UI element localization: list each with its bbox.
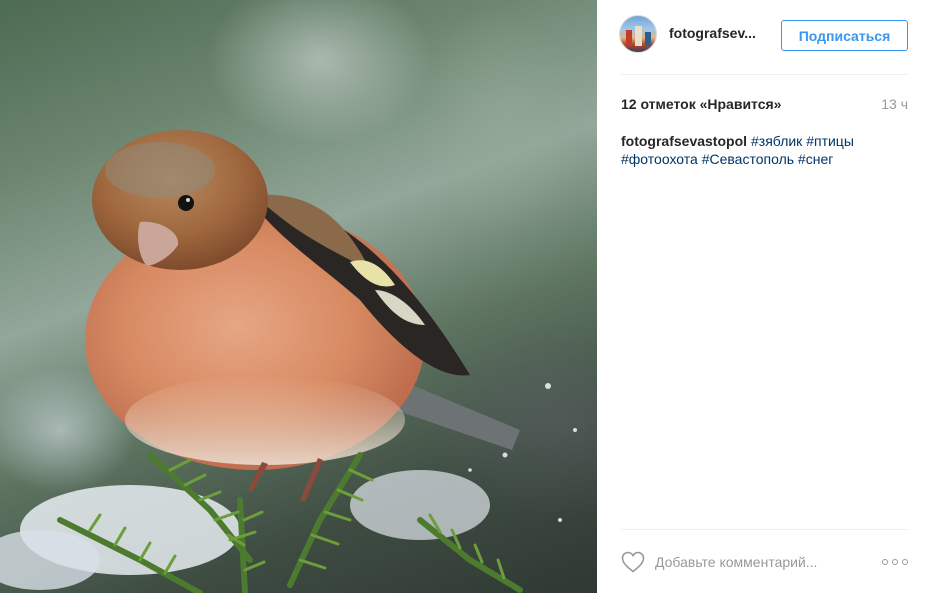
post-sidebar: fotografsev... Подписаться 12 отметок «Н… — [597, 0, 930, 593]
hashtag-link[interactable]: #зяблик — [751, 133, 802, 149]
caption-author-link[interactable]: fotografsevastopol — [621, 133, 747, 149]
hashtag-link[interactable]: #фотоохота — [621, 151, 698, 167]
comment-input[interactable] — [655, 550, 875, 574]
footer-divider — [621, 529, 908, 530]
username-link[interactable]: fotografsev... — [669, 25, 765, 41]
chaffinch-photo — [0, 130, 577, 593]
likes-count[interactable]: 12 отметок «Нравится» — [621, 96, 781, 112]
follow-button[interactable]: Подписаться — [781, 20, 908, 51]
post-photo[interactable] — [0, 0, 597, 593]
hashtag-link[interactable]: #снег — [798, 151, 833, 167]
post-time[interactable]: 13 ч — [881, 96, 908, 112]
post-caption: fotografsevastopol #зяблик #птицы #фотоохо… — [621, 132, 891, 168]
hashtag-link[interactable]: #Севастополь — [702, 151, 794, 167]
avatar[interactable] — [619, 15, 657, 53]
heart-outline-icon[interactable] — [621, 551, 645, 573]
more-options-icon[interactable] — [882, 556, 908, 568]
hashtag-link[interactable]: #птицы — [806, 133, 854, 149]
header-divider — [621, 74, 908, 75]
